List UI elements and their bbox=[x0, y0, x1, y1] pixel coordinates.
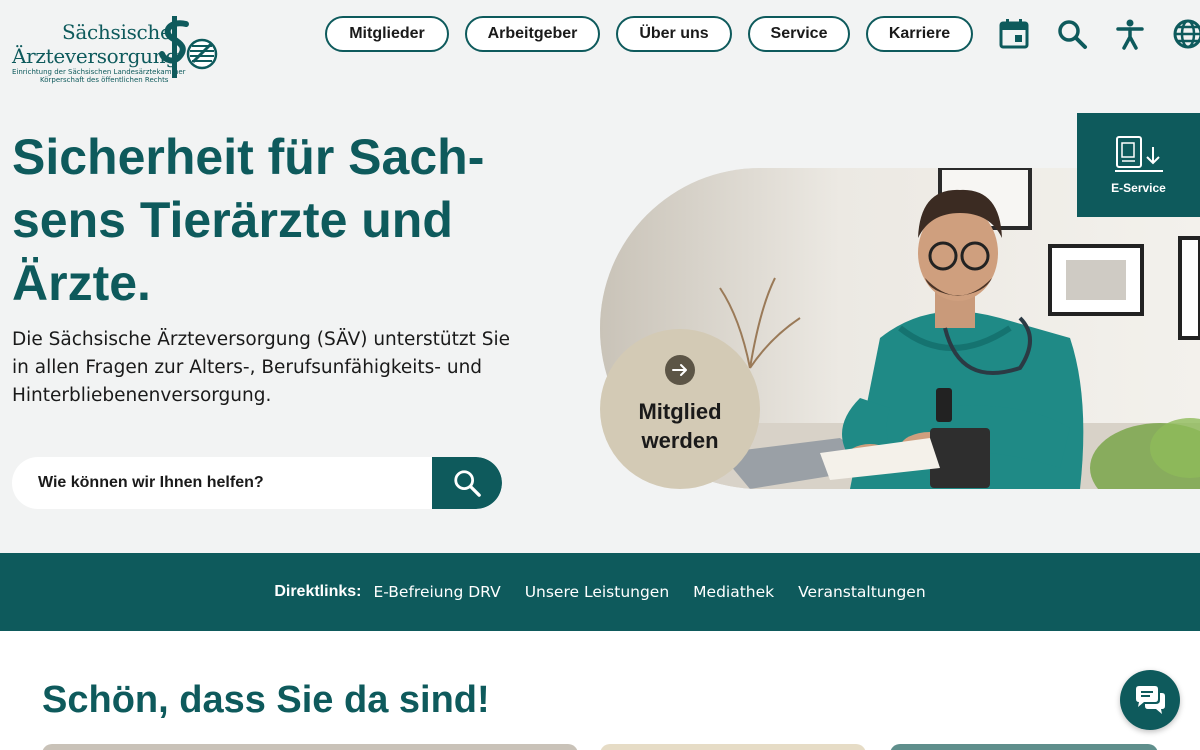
direktlinks-bar: Direktlinks: E-Befreiung DRV Unsere Leis… bbox=[0, 553, 1200, 631]
direktlink-veranstaltungen[interactable]: Veranstaltungen bbox=[798, 583, 926, 601]
nav-arbeitgeber-button[interactable]: Arbeitgeber bbox=[465, 16, 600, 52]
search-icon[interactable] bbox=[1054, 16, 1090, 52]
hero-title: Sicherheit für Sach-sens Tierärzte und Ä… bbox=[12, 129, 485, 311]
calendar-icon[interactable] bbox=[996, 16, 1032, 52]
become-member-label: Mitglied werden bbox=[638, 399, 722, 453]
site-header: Sächsische Ärzteversorgung Einrichtung d… bbox=[0, 0, 1200, 90]
teaser-card-image[interactable] bbox=[42, 744, 578, 750]
nav-karriere-button[interactable]: Karriere bbox=[866, 16, 973, 52]
search-input[interactable] bbox=[12, 457, 432, 509]
globe-icon[interactable] bbox=[1170, 16, 1200, 52]
direktlink-leistungen[interactable]: Unsere Leistungen bbox=[525, 583, 669, 601]
logo-subtitle-line2: Körperschaft des öffentlichen Rechts bbox=[40, 76, 169, 84]
hero-description: Die Sächsische Ärzteversorgung (SÄV) unt… bbox=[12, 329, 511, 406]
main-nav: Mitglieder Arbeitgeber Über uns Service … bbox=[325, 16, 973, 52]
chat-icon bbox=[1136, 686, 1165, 714]
e-service-button[interactable]: E-Service bbox=[1077, 113, 1200, 217]
nav-mitglieder-button[interactable]: Mitglieder bbox=[325, 16, 449, 52]
logo-name-line2: Ärzteversorgung bbox=[12, 44, 178, 68]
search-icon bbox=[454, 470, 481, 497]
become-member-cta[interactable]: Mitglied werden bbox=[600, 329, 760, 489]
direktlinks-title: Direktlinks: bbox=[274, 583, 362, 600]
logo[interactable]: Sächsische Ärzteversorgung Einrichtung d… bbox=[12, 14, 222, 86]
document-download-icon bbox=[1114, 136, 1163, 172]
arrow-right-icon bbox=[665, 355, 695, 385]
chat-button[interactable] bbox=[1120, 670, 1180, 730]
teaser-card-image[interactable] bbox=[890, 744, 1158, 750]
welcome-title: Schön, dass Sie da sind! bbox=[42, 679, 490, 721]
welcome-section: Schön, dass Sie da sind! bbox=[0, 631, 1200, 750]
site-search bbox=[12, 457, 502, 509]
direktlink-e-befreiung[interactable]: E-Befreiung DRV bbox=[373, 583, 500, 601]
nav-ueber-uns-button[interactable]: Über uns bbox=[616, 16, 732, 52]
e-service-label: E-Service bbox=[1111, 181, 1166, 195]
nav-service-button[interactable]: Service bbox=[748, 16, 850, 52]
logo-emblem-icon bbox=[159, 16, 218, 78]
header-icons bbox=[996, 16, 1200, 52]
accessibility-icon[interactable] bbox=[1112, 16, 1148, 52]
direktlink-mediathek[interactable]: Mediathek bbox=[693, 583, 774, 601]
teaser-card-image[interactable] bbox=[600, 744, 866, 750]
search-submit-button[interactable] bbox=[432, 457, 502, 509]
